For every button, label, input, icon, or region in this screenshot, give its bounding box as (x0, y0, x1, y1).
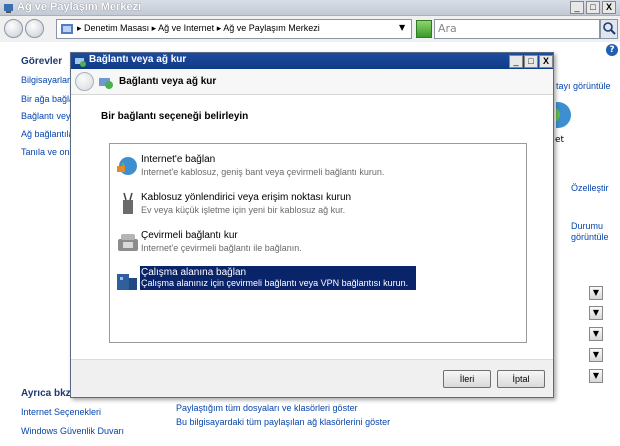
network-setup-icon (99, 78, 113, 89)
option-desc: Internet'e kablosuz, geniş bant veya çev… (141, 167, 385, 177)
connection-options-list[interactable]: Internet'e bağlan Internet'e kablosuz, g… (109, 143, 527, 343)
option-title: Kablosuz yönlendirici veya erişim noktas… (141, 192, 352, 203)
task-link[interactable]: Ağ bağlantıla (21, 129, 74, 139)
globe-icon (117, 157, 137, 175)
close-button[interactable]: X (602, 1, 616, 14)
task-link[interactable]: Bir ağa bağla (21, 94, 74, 104)
breadcrumb-item[interactable]: Ağ ve Internet (158, 23, 214, 33)
see-also-heading: Ayrıca bkz. (21, 388, 74, 399)
option-title: Çevirmeli bağlantı kur (141, 230, 238, 241)
breadcrumb: ▸ Denetim Masası ▸ Ağ ve Internet ▸ Ağ v… (77, 23, 320, 33)
network-setup-icon (75, 58, 86, 67)
chevron-down-icon[interactable]: ▼ (399, 23, 405, 32)
refresh-button[interactable] (416, 20, 432, 38)
dialog-heading: Bir bağlantı seçeneği belirleyin (101, 111, 249, 122)
maximize-button[interactable]: □ (586, 1, 600, 14)
dialog-maximize-button[interactable]: □ (524, 55, 538, 68)
task-link[interactable]: Bağlantı veya (21, 111, 76, 121)
cancel-button[interactable]: İptal (497, 370, 545, 388)
help-icon[interactable]: ? (606, 44, 618, 56)
view-full-map-link[interactable]: tayı görüntüle (556, 81, 611, 91)
option-wireless-router[interactable]: Kablosuz yönlendirici veya erişim noktas… (112, 190, 522, 218)
next-button[interactable]: İleri (443, 370, 491, 388)
tasks-heading: Görevler (21, 56, 63, 67)
main-titlebar: Ağ ve Paylaşım Merkezi _ □ X (0, 0, 620, 16)
dialog-titlebar: Bağlantı veya ağ kur _ □ X (71, 53, 553, 69)
setup-connection-dialog: Bağlantı veya ağ kur _ □ X Bağlantı veya… (70, 52, 554, 398)
option-desc: Ev veya küçük işletme için yeni bir kabl… (141, 205, 346, 215)
option-title: Çalışma alanına bağlan (141, 267, 247, 278)
breadcrumb-item[interactable]: Ağ ve Paylaşım Merkezi (223, 23, 320, 33)
network-center-icon (4, 4, 13, 13)
dialog-close-button[interactable]: X (539, 55, 553, 68)
view-status-link-line1[interactable]: Durumu (571, 221, 603, 231)
expand-button[interactable]: ▼ (589, 348, 603, 362)
minimize-button[interactable]: _ (570, 1, 584, 14)
network-label: et (555, 135, 565, 145)
internet-options-link[interactable]: Internet Seçenekleri (21, 407, 101, 417)
expand-button[interactable]: ▼ (589, 327, 603, 341)
option-title: Internet'e bağlan (141, 154, 216, 165)
show-shared-files-link[interactable]: Paylaştığım tüm dosyaları ve klasörleri … (176, 403, 358, 413)
dialog-minimize-button[interactable]: _ (509, 55, 523, 68)
view-status-link-line2[interactable]: görüntüle (571, 232, 609, 242)
window-title: Ağ ve Paylaşım Merkezi (17, 1, 142, 13)
search-button[interactable] (600, 19, 618, 39)
dialog-nav: Bağlantı veya ağ kur (71, 69, 553, 95)
show-shared-folders-link[interactable]: Bu bilgisayardaki tüm paylaşılan ağ klas… (176, 417, 390, 427)
dialog-nav-title: Bağlantı veya ağ kur (119, 76, 217, 87)
breadcrumb-item[interactable]: Denetim Masası (84, 23, 149, 33)
expand-button[interactable]: ▼ (589, 286, 603, 300)
search-icon (603, 22, 616, 35)
option-desc: Internet'e çevirmeli bağlantı ile bağlan… (141, 243, 302, 253)
back-button[interactable] (4, 19, 23, 38)
dialog-footer: İleri İptal (71, 359, 553, 397)
globe-icon (556, 102, 571, 128)
option-dialup[interactable]: Çevirmeli bağlantı kur Internet'e çevirm… (112, 228, 522, 256)
dialog-title: Bağlantı veya ağ kur (89, 54, 187, 65)
customize-link[interactable]: Özelleştir (571, 183, 609, 193)
workplace-icon (117, 274, 137, 290)
option-desc: Çalışma alanınız için çevirmeli bağlantı… (141, 278, 409, 288)
task-link[interactable]: Tanıla ve ona (21, 147, 75, 157)
control-panel-icon (61, 24, 73, 34)
router-icon (123, 192, 133, 214)
dialog-back-button[interactable] (75, 72, 94, 91)
option-connect-workplace[interactable]: Çalışma alanına bağlan Çalışma alanınız … (112, 266, 522, 294)
firewall-link[interactable]: Windows Güvenlik Duvarı (21, 426, 124, 436)
task-link[interactable]: Bilgisayarları (21, 75, 73, 85)
expand-button[interactable]: ▼ (589, 369, 603, 383)
search-input[interactable]: Ara (434, 19, 600, 39)
address-bar[interactable]: ▸ Denetim Masası ▸ Ağ ve Internet ▸ Ağ v… (56, 19, 412, 39)
forward-button[interactable] (25, 19, 44, 38)
expand-button[interactable]: ▼ (589, 306, 603, 320)
option-connect-internet[interactable]: Internet'e bağlan Internet'e kablosuz, g… (112, 152, 522, 180)
phone-icon (118, 234, 138, 251)
